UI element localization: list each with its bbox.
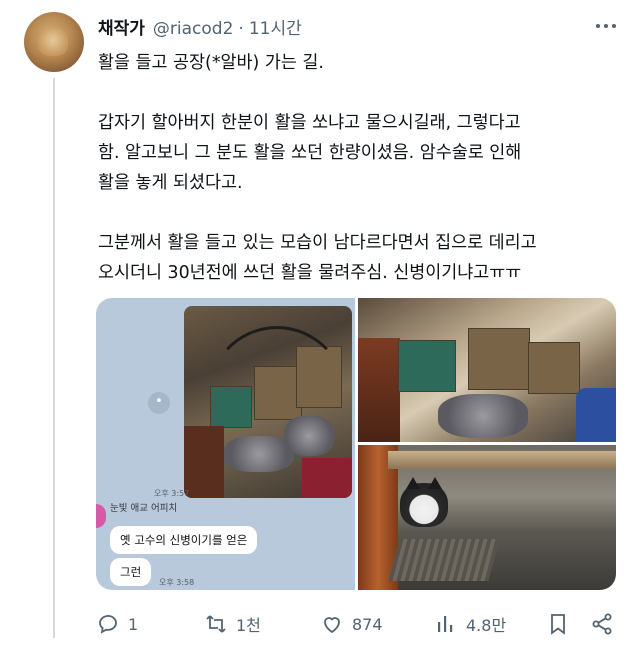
tweet-text: 활을 들고 공장(*알바) 가는 길. 갑자기 할아버지 한분이 활을 쏘냐고 … [98, 48, 628, 288]
views-button[interactable]: 4.8만 [434, 606, 506, 642]
more-horizontal-icon[interactable] [594, 18, 618, 34]
views-count: 4.8만 [466, 616, 507, 635]
chat-share-icon[interactable]: • [148, 392, 170, 414]
share-button[interactable] [590, 606, 614, 642]
tweet-media-grid: • 오후 3:57 눈빛 애교 어피치 옛 고수의 신병이기를 얻은 그런 오후… [96, 298, 616, 590]
tweet-text-line: 오시더니 30년전에 쓰던 활을 물려주심. 신병이기냐고ㅠㅠ [98, 263, 522, 283]
like-count: 874 [352, 614, 383, 634]
chat-sender-avatar [96, 504, 106, 528]
chat-sender-name: 눈빛 애교 어피치 [110, 503, 178, 514]
chat-photo [184, 306, 352, 498]
heart-icon [324, 617, 340, 634]
tweet-timestamp[interactable]: 11시간 [249, 14, 302, 39]
chat-time: 오후 3:57 [154, 489, 190, 498]
reply-icon [99, 614, 117, 634]
share-icon [592, 613, 612, 635]
tweet-text-line: 활을 들고 공장(*알바) 가는 길. [98, 53, 324, 73]
reply-count: 1 [128, 614, 139, 634]
author-avatar[interactable] [24, 12, 84, 72]
tweet-text-line: 그분께서 활을 들고 있는 모습이 남다르다면서 집으로 데리고 [98, 233, 537, 253]
thread-line [53, 78, 55, 638]
author-handle[interactable]: @riacod2 [153, 19, 233, 39]
author-display-name[interactable]: 채작가 [98, 14, 145, 39]
cat-figure [400, 477, 448, 527]
like-button[interactable]: 874 [320, 606, 383, 642]
bookmark-icon [551, 614, 565, 635]
chat-bubble: 옛 고수의 신병이기를 얻은 [110, 526, 258, 554]
tweet-action-bar: 1 1천 874 4.8만 [96, 606, 616, 642]
tweet-header: 채작가 @riacod2 · 11시간 [98, 14, 302, 39]
bookmark-button[interactable] [546, 606, 570, 642]
media-image-factory-boxes[interactable] [358, 298, 616, 442]
chat-bubble: 그런 [110, 558, 152, 586]
views-bar-chart-icon [438, 616, 453, 632]
header-separator: · [238, 19, 244, 39]
reply-button[interactable]: 1 [96, 606, 138, 642]
retweet-count: 1천 [236, 616, 261, 635]
media-image-cat[interactable] [358, 445, 616, 590]
tweet-text-line: 활을 놓게 되셨다고. [98, 173, 243, 193]
media-image-chat-screenshot[interactable]: • 오후 3:57 눈빛 애교 어피치 옛 고수의 신병이기를 얻은 그런 오후… [96, 298, 355, 590]
tweet-text-line: 함. 알고보니 그 분도 활을 쏘던 한량이셨음. 암수술로 인해 [98, 143, 522, 163]
tweet-text-line: 갑자기 할아버지 한분이 활을 쏘냐고 물으시길래, 그렇다고 [98, 113, 521, 133]
retweet-button[interactable]: 1천 [204, 606, 261, 642]
retweet-icon [206, 615, 226, 633]
chat-time: 오후 3:58 [159, 578, 195, 587]
